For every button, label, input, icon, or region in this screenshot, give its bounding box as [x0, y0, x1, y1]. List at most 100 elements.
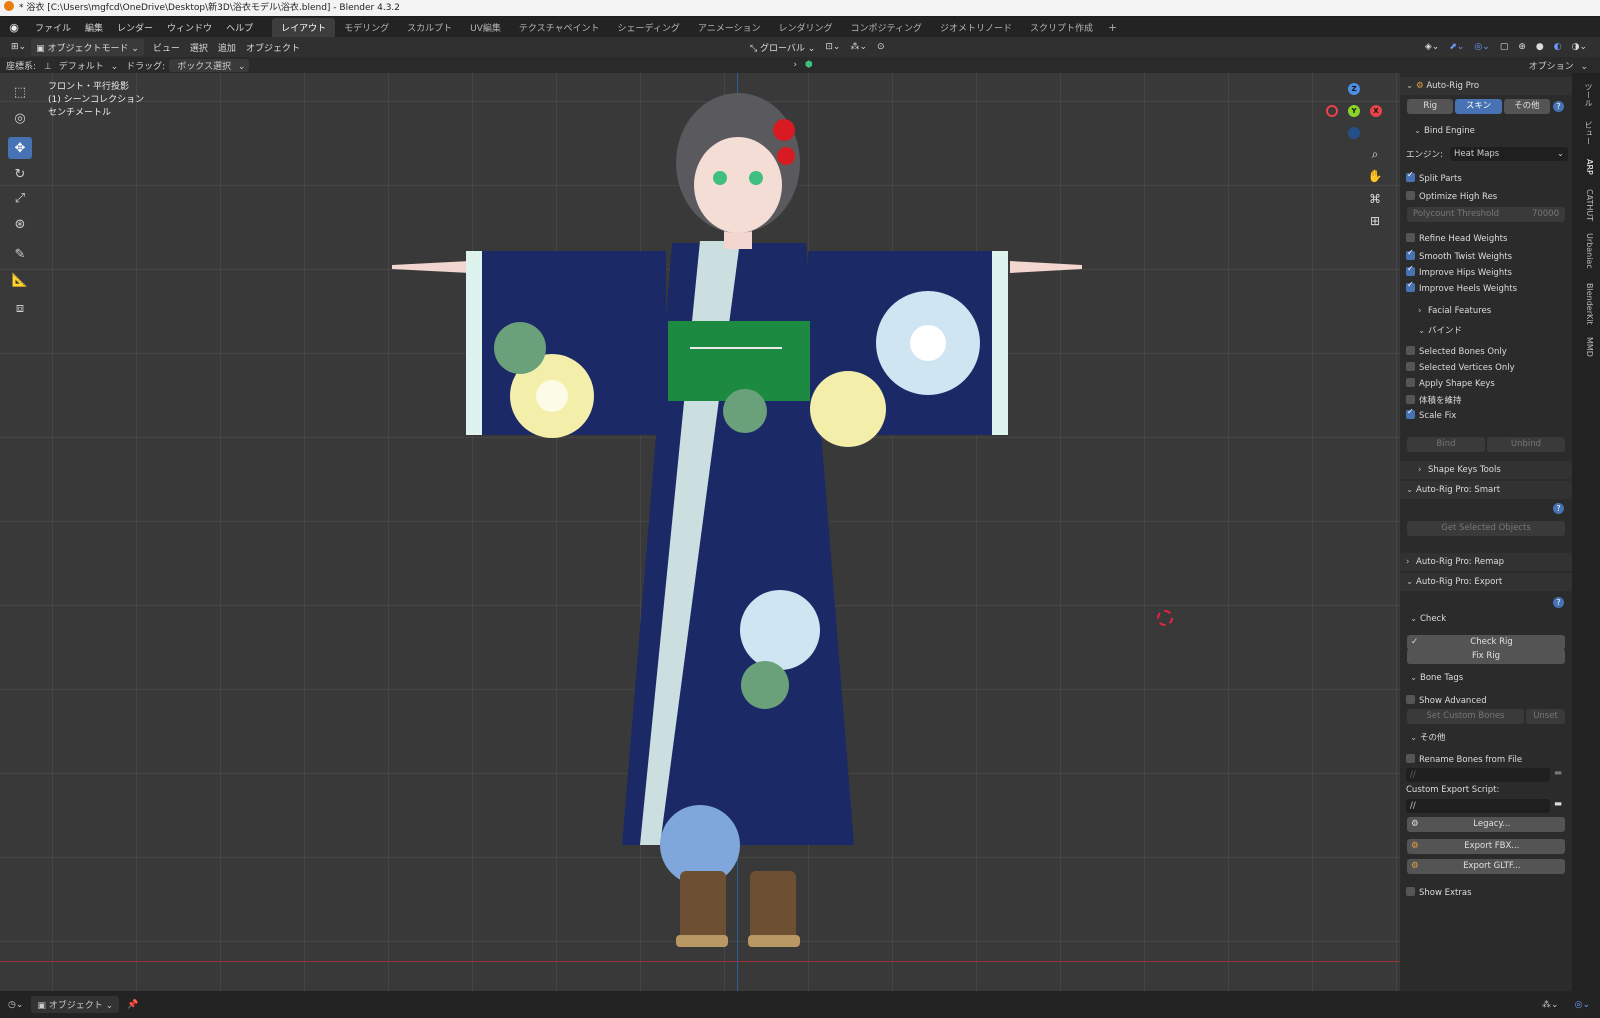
- engine-select[interactable]: Heat Maps ⌄: [1450, 147, 1568, 161]
- side-tab-mmd[interactable]: MMD: [1578, 337, 1594, 357]
- gizmo-y-axis[interactable]: Y: [1348, 105, 1360, 117]
- menu-add[interactable]: 追加: [213, 39, 241, 56]
- status-editor-icon[interactable]: ◷⌄: [0, 1000, 31, 1010]
- workspace-tab-sculpt[interactable]: スカルプト: [398, 18, 461, 37]
- select-box-tool-icon[interactable]: ⬚: [8, 81, 32, 103]
- unset-button[interactable]: Unset: [1526, 709, 1565, 724]
- tab-skin[interactable]: スキン: [1455, 99, 1502, 114]
- split-parts-checkbox[interactable]: [1406, 170, 1415, 182]
- gizmo-toggle-icon[interactable]: ⬈⌄: [1444, 40, 1469, 54]
- visibility-icon[interactable]: ◈⌄: [1420, 40, 1444, 54]
- xray-toggle-icon[interactable]: ▢: [1495, 40, 1514, 54]
- help-icon[interactable]: ?: [1553, 101, 1564, 112]
- shape-keys-tools-header[interactable]: › Shape Keys Tools: [1400, 461, 1572, 479]
- remap-panel-header[interactable]: › Auto-Rig Pro: Remap: [1400, 553, 1572, 571]
- add-workspace-icon[interactable]: +: [1102, 21, 1123, 34]
- split-parts-row[interactable]: Split Parts: [1400, 170, 1572, 184]
- shading-material-icon[interactable]: ◐: [1549, 40, 1567, 54]
- rename-bones-checkbox[interactable]: [1406, 754, 1415, 763]
- bind-engine-header[interactable]: ⌄ Bind Engine: [1400, 126, 1572, 136]
- move-tool-icon[interactable]: ✥: [8, 137, 32, 159]
- workspace-tab-layout[interactable]: レイアウト: [272, 17, 336, 37]
- measure-tool-icon[interactable]: 📐: [8, 269, 32, 291]
- menu-file[interactable]: ファイル: [28, 21, 78, 34]
- 3d-cursor[interactable]: [1157, 610, 1173, 626]
- improve-heels-row[interactable]: Improve Heels Weights: [1400, 280, 1572, 294]
- selected-vertices-checkbox[interactable]: [1406, 362, 1415, 371]
- apply-shape-keys-row[interactable]: Apply Shape Keys: [1400, 378, 1572, 389]
- smooth-twist-row[interactable]: Smooth Twist Weights: [1400, 248, 1572, 262]
- tab-misc[interactable]: その他: [1503, 99, 1550, 114]
- workspace-tab-scripting[interactable]: スクリプト作成: [1021, 18, 1102, 37]
- camera-view-icon[interactable]: ⌘: [1366, 190, 1384, 208]
- workspace-tab-animation[interactable]: アニメーション: [689, 18, 770, 37]
- gizmo-neg-z-axis[interactable]: [1348, 127, 1360, 139]
- 3d-viewport[interactable]: [0, 73, 1400, 991]
- status-snap-icon[interactable]: ⁂⌄: [1536, 1000, 1565, 1010]
- smooth-twist-checkbox[interactable]: [1406, 248, 1415, 260]
- side-tab-blenderkit[interactable]: BlenderKit: [1578, 283, 1594, 325]
- custom-export-field[interactable]: //: [1406, 799, 1550, 813]
- drag-select[interactable]: ボックス選択 ⌄: [169, 58, 250, 72]
- addon-cube-icon[interactable]: ⬢: [801, 60, 817, 70]
- tab-rig[interactable]: Rig: [1407, 99, 1454, 114]
- improve-heels-checkbox[interactable]: [1406, 280, 1415, 292]
- side-tab-cathut[interactable]: CATHUT: [1578, 189, 1594, 221]
- menu-window[interactable]: ウィンドウ: [160, 21, 219, 34]
- selected-bones-row[interactable]: Selected Bones Only: [1400, 346, 1572, 357]
- transform-orientation-select[interactable]: ⤡ グローバル ⌄: [745, 39, 820, 56]
- other-section-header[interactable]: ⌄ その他: [1400, 731, 1572, 743]
- mode-select[interactable]: ▣ オブジェクトモード ⌄: [31, 38, 144, 56]
- show-advanced-row[interactable]: Show Advanced: [1400, 695, 1572, 706]
- navigation-gizmo[interactable]: Z Y X: [1324, 81, 1384, 141]
- workspace-tab-modeling[interactable]: モデリング: [335, 18, 398, 37]
- selected-vertices-row[interactable]: Selected Vertices Only: [1400, 362, 1572, 373]
- gizmo-x-axis[interactable]: X: [1370, 105, 1382, 117]
- side-tab-urbaniac[interactable]: Urbaniac: [1578, 233, 1594, 269]
- keep-volume-checkbox[interactable]: [1406, 395, 1415, 404]
- smart-help-icon[interactable]: ?: [1553, 503, 1564, 514]
- workspace-tab-compositing[interactable]: コンポジティング: [842, 18, 931, 37]
- export-gltf-button[interactable]: ⚙ Export GLTF...: [1407, 859, 1565, 874]
- check-header[interactable]: ⌄ Check: [1400, 614, 1572, 624]
- improve-hips-checkbox[interactable]: [1406, 264, 1415, 276]
- arp-panel-header[interactable]: ⌄ ⚙ Auto-Rig Pro: [1400, 77, 1572, 95]
- overlay-toggle-icon[interactable]: ◎⌄: [1469, 40, 1494, 54]
- show-advanced-checkbox[interactable]: [1406, 695, 1415, 704]
- set-custom-bones-button[interactable]: Set Custom Bones: [1407, 709, 1524, 724]
- menu-edit[interactable]: 編集: [78, 21, 110, 34]
- annotate-tool-icon[interactable]: ✎: [8, 243, 32, 265]
- apply-shape-keys-checkbox[interactable]: [1406, 378, 1415, 387]
- rename-bones-row[interactable]: Rename Bones from File: [1400, 754, 1572, 765]
- keep-volume-row[interactable]: 体積を維持: [1400, 394, 1572, 406]
- add-cube-tool-icon[interactable]: ⧈: [8, 297, 32, 319]
- shading-wireframe-icon[interactable]: ⊕: [1513, 40, 1531, 54]
- blender-logo-icon[interactable]: ◉: [0, 21, 28, 34]
- editor-type-icon[interactable]: ⊞⌄: [6, 40, 31, 54]
- bind-section-header[interactable]: ⌄ バインド: [1400, 324, 1572, 336]
- export-fbx-button[interactable]: ⚙ Export FBX...: [1407, 839, 1565, 854]
- gizmo-z-axis[interactable]: Z: [1348, 83, 1360, 95]
- pivot-point-icon[interactable]: ⊡⌄: [820, 40, 845, 54]
- unbind-button[interactable]: Unbind: [1487, 437, 1565, 452]
- side-tab-view[interactable]: ビュー: [1578, 121, 1594, 145]
- scale-fix-row[interactable]: Scale Fix: [1400, 407, 1572, 421]
- perspective-grid-icon[interactable]: ⊞: [1366, 212, 1384, 230]
- shading-solid-icon[interactable]: ●: [1531, 40, 1549, 54]
- rotate-tool-icon[interactable]: ↻: [8, 163, 32, 185]
- coord-select[interactable]: ⊥ デフォルト ⌄: [40, 59, 122, 72]
- side-tab-tool[interactable]: ツール: [1578, 83, 1594, 107]
- rename-path-field[interactable]: //: [1406, 768, 1550, 782]
- legacy-button[interactable]: ⚙ Legacy...: [1407, 817, 1565, 832]
- pin-icon[interactable]: 📌: [119, 1000, 146, 1010]
- bone-tags-header[interactable]: ⌄ Bone Tags: [1400, 673, 1572, 683]
- bind-button[interactable]: Bind: [1407, 437, 1485, 452]
- polycount-field[interactable]: Polycount Threshold 70000: [1407, 207, 1565, 222]
- custom-export-folder-icon[interactable]: ▬: [1550, 799, 1566, 813]
- status-overlay-icon[interactable]: ◎⌄: [1565, 1000, 1600, 1010]
- scale-tool-icon[interactable]: ⤢: [8, 187, 32, 209]
- shading-rendered-icon[interactable]: ◑⌄: [1567, 40, 1592, 54]
- facial-features-header[interactable]: › Facial Features: [1400, 306, 1572, 316]
- proportional-edit-icon[interactable]: ⊙: [872, 40, 890, 54]
- scale-fix-checkbox[interactable]: [1406, 407, 1415, 419]
